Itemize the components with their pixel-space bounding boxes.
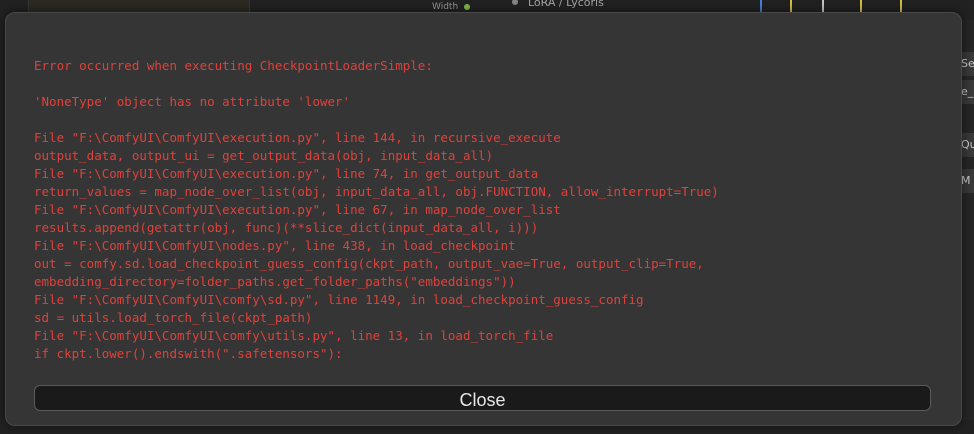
error-line: File "F:\ComfyUI\ComfyUI\execution.py", … xyxy=(34,130,561,145)
error-line: Error occurred when executing Checkpoint… xyxy=(34,58,433,73)
error-line: File "F:\ComfyUI\ComfyUI\comfy\sd.py", l… xyxy=(34,292,644,307)
error-line: return_values = map_node_over_list(obj, … xyxy=(34,184,719,199)
error-line: File "F:\ComfyUI\ComfyUI\nodes.py", line… xyxy=(34,238,516,253)
error-line: results.append(getattr(obj, func)(**slic… xyxy=(34,220,539,235)
error-line xyxy=(34,75,934,93)
error-line: embedding_directory=folder_paths.get_fol… xyxy=(34,274,516,289)
error-line: File "F:\ComfyUI\ComfyUI\execution.py", … xyxy=(34,166,539,181)
error-line xyxy=(34,111,934,129)
error-line: sd = utils.load_torch_file(ckpt_path) xyxy=(34,310,313,325)
lora-group-label: LoRA / Lycoris xyxy=(528,0,604,9)
width-input-dot xyxy=(464,4,470,10)
error-line: File "F:\ComfyUI\ComfyUI\execution.py", … xyxy=(34,202,561,217)
error-line: File "F:\ComfyUI\ComfyUI\comfy\utils.py"… xyxy=(34,328,554,343)
error-line: output_data, output_ui = get_output_data… xyxy=(34,148,494,163)
error-message: Error occurred when executing Checkpoint… xyxy=(34,57,934,363)
error-line: 'NoneType' object has no attribute 'lowe… xyxy=(34,94,351,109)
close-button[interactable]: Close xyxy=(34,385,931,411)
error-line: if ckpt.lower().endswith(".safetensors")… xyxy=(34,346,343,361)
error-dialog: Error occurred when executing Checkpoint… xyxy=(5,12,962,426)
error-line: out = comfy.sd.load_checkpoint_guess_con… xyxy=(34,256,704,271)
lora-group-dot xyxy=(512,0,518,5)
width-input-label: Width xyxy=(432,2,459,12)
